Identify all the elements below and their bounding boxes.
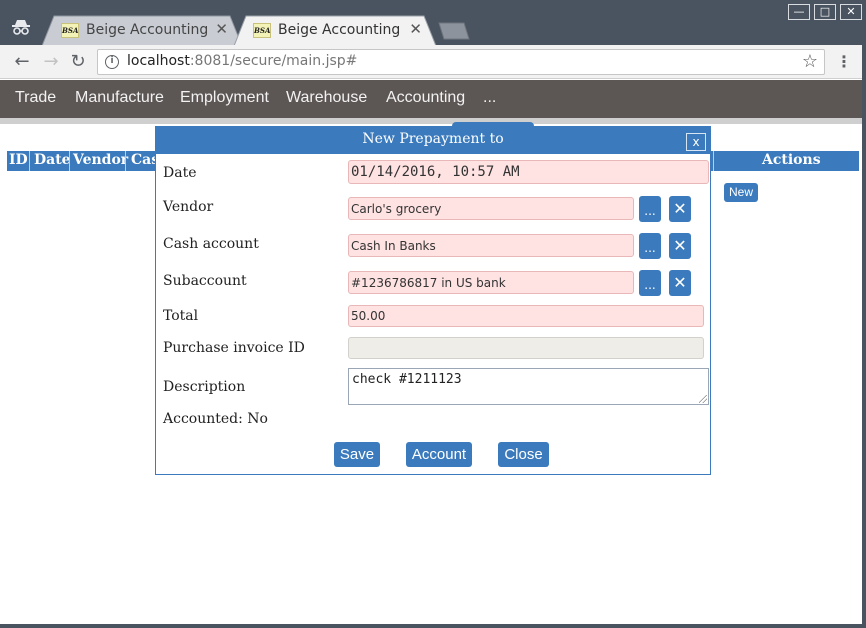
- menu-item-manufacture[interactable]: Manufacture: [75, 89, 164, 107]
- dialog-titlebar: New Prepayment to x: [156, 127, 710, 154]
- vendor-label: Vendor: [163, 199, 214, 215]
- tab-title: Beige Accounting: [278, 22, 401, 38]
- column-header-actions: Actions: [762, 152, 821, 168]
- total-field[interactable]: 50.00: [348, 305, 704, 327]
- bsa-favicon-icon: BSA: [253, 23, 271, 38]
- column-divider: [29, 151, 30, 171]
- new-prepayment-dialog: New Prepayment to x Date 01/14/2016, 10:…: [155, 126, 711, 475]
- column-divider: [713, 151, 714, 171]
- cash-account-label: Cash account: [163, 236, 259, 252]
- purchase-invoice-id-field: [348, 337, 704, 359]
- subaccount-label: Subaccount: [163, 273, 247, 289]
- page-content-top-strip: [0, 118, 862, 124]
- date-field[interactable]: 01/14/2016, 10:57 AM: [348, 160, 709, 184]
- subaccount-value: #1236786817 in US bank: [351, 276, 506, 290]
- vendor-value: Carlo's grocery: [351, 202, 442, 216]
- incognito-icon: [12, 20, 30, 35]
- maximize-button[interactable]: □: [814, 4, 836, 20]
- menu-item-warehouse[interactable]: Warehouse: [286, 89, 367, 107]
- cash-account-picker-button[interactable]: ...: [639, 233, 661, 259]
- description-label: Description: [163, 379, 246, 395]
- window-close-button[interactable]: ✕: [840, 4, 862, 20]
- minimize-button[interactable]: —: [788, 4, 810, 20]
- bsa-favicon-icon: BSA: [61, 23, 79, 38]
- url-path: :8081/secure/main.jsp#: [189, 53, 358, 69]
- date-label: Date: [163, 165, 197, 181]
- bookmark-star-icon[interactable]: ☆: [802, 51, 818, 72]
- column-header-vendor[interactable]: Vendor: [73, 152, 128, 168]
- menu-item-employment[interactable]: Employment: [180, 89, 269, 107]
- cash-account-value: Cash In Banks: [351, 239, 436, 253]
- new-tab-button[interactable]: [438, 22, 470, 40]
- column-divider: [125, 151, 126, 171]
- description-value: check #1211123: [352, 372, 462, 387]
- cash-account-field[interactable]: Cash In Banks: [348, 234, 634, 257]
- menu-item-more[interactable]: ...: [483, 89, 496, 107]
- resize-grip-icon[interactable]: [699, 395, 707, 403]
- tab-close-icon[interactable]: ✕: [409, 20, 422, 38]
- address-bar[interactable]: i localhost:8081/secure/main.jsp# ☆: [97, 49, 825, 75]
- new-button[interactable]: New: [724, 183, 758, 202]
- window-border-bottom: [0, 624, 866, 628]
- back-arrow-icon[interactable]: ←: [11, 51, 33, 73]
- accounted-status: Accounted: No: [163, 411, 268, 427]
- subaccount-picker-button[interactable]: ...: [639, 270, 661, 296]
- browser-titlebar: BSA Beige Accounting ✕ BSA Beige Account…: [0, 0, 866, 46]
- save-button[interactable]: Save: [334, 442, 380, 467]
- date-value: 01/14/2016, 10:57 AM: [351, 164, 520, 180]
- tab-title: Beige Accounting: [86, 22, 209, 38]
- column-divider: [69, 151, 70, 171]
- app-menu-bar: Trade Manufacture Employment Warehouse A…: [0, 80, 862, 118]
- cash-account-clear-button[interactable]: ✕: [669, 233, 691, 259]
- tab-close-icon[interactable]: ✕: [215, 20, 228, 38]
- url-host: localhost: [127, 53, 190, 69]
- vendor-clear-button[interactable]: ✕: [669, 196, 691, 222]
- column-header-date[interactable]: Date: [34, 152, 71, 168]
- browser-menu-icon[interactable]: ⋮: [836, 52, 852, 71]
- dialog-title: New Prepayment to: [362, 131, 504, 147]
- dialog-close-button[interactable]: x: [686, 133, 706, 151]
- tab-beige-accounting-1[interactable]: BSA Beige Accounting ✕: [42, 15, 242, 46]
- vendor-picker-button[interactable]: ...: [639, 196, 661, 222]
- forward-arrow-icon[interactable]: →: [40, 51, 62, 73]
- description-textarea[interactable]: check #1211123: [348, 368, 709, 405]
- subaccount-field[interactable]: #1236786817 in US bank: [348, 271, 634, 294]
- purchase-invoice-id-label: Purchase invoice ID: [163, 340, 305, 356]
- menu-item-trade[interactable]: Trade: [15, 89, 56, 107]
- total-label: Total: [163, 308, 199, 324]
- window-border-right: [862, 0, 866, 628]
- browser-toolbar: ← → ↻ i localhost:8081/secure/main.jsp# …: [0, 45, 866, 79]
- tab-beige-accounting-2[interactable]: BSA Beige Accounting ✕: [234, 15, 436, 46]
- site-info-icon[interactable]: i: [105, 55, 119, 69]
- reload-icon[interactable]: ↻: [67, 51, 89, 73]
- vendor-field[interactable]: Carlo's grocery: [348, 197, 634, 220]
- close-button[interactable]: Close: [498, 442, 549, 467]
- account-button[interactable]: Account: [406, 442, 472, 467]
- subaccount-clear-button[interactable]: ✕: [669, 270, 691, 296]
- total-value: 50.00: [351, 309, 386, 323]
- column-header-id[interactable]: ID: [9, 152, 28, 168]
- menu-item-accounting[interactable]: Accounting: [386, 89, 465, 107]
- url-text: localhost:8081/secure/main.jsp#: [127, 53, 357, 69]
